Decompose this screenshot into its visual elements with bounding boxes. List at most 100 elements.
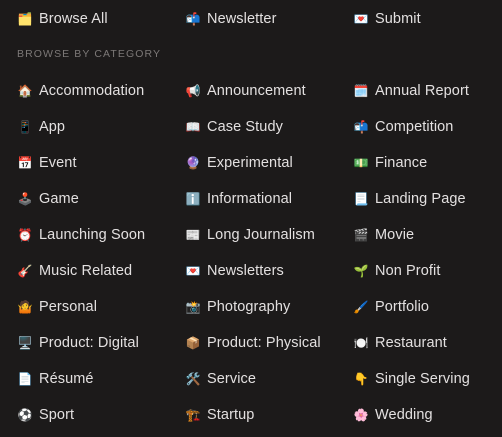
- document-icon: 📄: [17, 372, 33, 386]
- category-label: Personal: [39, 299, 98, 315]
- category-label: Finance: [375, 155, 428, 171]
- joystick-icon: 🕹️: [17, 192, 33, 206]
- category-label: Event: [39, 155, 77, 171]
- card-index-dividers-icon: 🗂️: [17, 12, 33, 26]
- category-label: Photography: [207, 299, 291, 315]
- submit-link[interactable]: 💌 Submit: [353, 7, 421, 31]
- category-label: Movie: [375, 227, 415, 243]
- category-link-movie[interactable]: 🎬 Movie: [353, 223, 415, 247]
- category-label: Non Profit: [375, 263, 441, 279]
- category-link-finance[interactable]: 💵 Finance: [353, 151, 428, 175]
- alarm-clock-icon: ⏰: [17, 228, 33, 242]
- hammer-wrench-icon: 🛠️: [185, 372, 201, 386]
- newsletter-link[interactable]: 📬 Newsletter: [185, 7, 277, 31]
- category-label: App: [39, 119, 66, 135]
- category-label: Case Study: [207, 119, 283, 135]
- plate-icon: 🍽️: [353, 336, 369, 350]
- category-link-annual-report[interactable]: 🗓️ Annual Report: [353, 79, 469, 103]
- category-link-app[interactable]: 📱 App: [17, 115, 65, 139]
- construction-icon: 🏗️: [185, 408, 201, 422]
- category-link-game[interactable]: 🕹️ Game: [17, 187, 79, 211]
- category-label: Annual Report: [375, 83, 469, 99]
- mailbox-icon: 📬: [353, 120, 369, 134]
- package-icon: 📦: [185, 336, 201, 350]
- page-icon: 📃: [353, 192, 369, 206]
- category-link-announcement[interactable]: 📢 Announcement: [185, 79, 306, 103]
- pointing-down-icon: 👇: [353, 372, 369, 386]
- category-link-wedding[interactable]: 🌸 Wedding: [353, 403, 433, 427]
- category-label: Accommodation: [39, 83, 145, 99]
- browse-menu: 🗂️ Browse All 📬 Newsletter 💌 Submit BROW…: [0, 0, 502, 437]
- guitar-icon: 🎸: [17, 264, 33, 278]
- info-icon: ℹ️: [185, 192, 201, 206]
- category-link-r-sum[interactable]: 📄 Résumé: [17, 367, 94, 391]
- love-letter-icon: 💌: [185, 264, 201, 278]
- category-link-single-serving[interactable]: 👇 Single Serving: [353, 367, 470, 391]
- link-label: Newsletter: [207, 11, 277, 27]
- category-label: Sport: [39, 407, 75, 423]
- paintbrush-icon: 🖌️: [353, 300, 369, 314]
- category-link-photography[interactable]: 📸 Photography: [185, 295, 291, 319]
- browse-all-link[interactable]: 🗂️ Browse All: [17, 7, 108, 31]
- phone-icon: 📱: [17, 120, 33, 134]
- category-link-newsletters[interactable]: 💌 Newsletters: [185, 259, 284, 283]
- category-link-product-digital[interactable]: 🖥️ Product: Digital: [17, 331, 139, 355]
- category-label: Newsletters: [207, 263, 284, 279]
- section-heading: BROWSE BY CATEGORY: [17, 48, 162, 60]
- category-link-event[interactable]: 📅 Event: [17, 151, 77, 175]
- category-link-portfolio[interactable]: 🖌️ Portfolio: [353, 295, 429, 319]
- category-link-case-study[interactable]: 📖 Case Study: [185, 115, 283, 139]
- category-link-informational[interactable]: ℹ️ Informational: [185, 187, 293, 211]
- house-icon: 🏠: [17, 84, 33, 98]
- category-link-non-profit[interactable]: 🌱 Non Profit: [353, 259, 441, 283]
- category-label: Wedding: [375, 407, 433, 423]
- newspaper-icon: 📰: [185, 228, 201, 242]
- category-label: Landing Page: [375, 191, 466, 207]
- megaphone-icon: 📢: [185, 84, 201, 98]
- link-label: Browse All: [39, 11, 108, 27]
- category-link-restaurant[interactable]: 🍽️ Restaurant: [353, 331, 447, 355]
- money-icon: 💵: [353, 156, 369, 170]
- category-link-long-journalism[interactable]: 📰 Long Journalism: [185, 223, 315, 247]
- cherry-blossom-icon: 🌸: [353, 408, 369, 422]
- category-label: Experimental: [207, 155, 293, 171]
- category-label: Long Journalism: [207, 227, 315, 243]
- open-book-icon: 📖: [185, 120, 201, 134]
- seedling-icon: 🌱: [353, 264, 369, 278]
- spiral-calendar-icon: 🗓️: [353, 84, 369, 98]
- link-label: Submit: [375, 11, 421, 27]
- category-link-launching-soon[interactable]: ⏰ Launching Soon: [17, 223, 146, 247]
- love-letter-icon: 💌: [353, 12, 369, 26]
- category-label: Single Serving: [375, 371, 470, 387]
- soccer-ball-icon: ⚽: [17, 408, 33, 422]
- category-label: Informational: [207, 191, 293, 207]
- category-link-competition[interactable]: 📬 Competition: [353, 115, 454, 139]
- category-label: Music Related: [39, 263, 133, 279]
- category-link-service[interactable]: 🛠️ Service: [185, 367, 256, 391]
- category-label: Product: Digital: [39, 335, 139, 351]
- category-label: Announcement: [207, 83, 306, 99]
- category-link-sport[interactable]: ⚽ Sport: [17, 403, 75, 427]
- clapper-board-icon: 🎬: [353, 228, 369, 242]
- category-label: Service: [207, 371, 257, 387]
- category-label: Portfolio: [375, 299, 430, 315]
- camera-icon: 📸: [185, 300, 201, 314]
- category-link-experimental[interactable]: 🔮 Experimental: [185, 151, 293, 175]
- calendar-icon: 📅: [17, 156, 33, 170]
- category-label: Résumé: [39, 371, 94, 387]
- category-label: Game: [39, 191, 79, 207]
- category-link-landing-page[interactable]: 📃 Landing Page: [353, 187, 466, 211]
- category-label: Launching Soon: [39, 227, 146, 243]
- category-link-startup[interactable]: 🏗️ Startup: [185, 403, 255, 427]
- category-label: Startup: [207, 407, 255, 423]
- category-label: Competition: [375, 119, 454, 135]
- person-icon: 🤷: [17, 300, 33, 314]
- category-link-product-physical[interactable]: 📦 Product: Physical: [185, 331, 321, 355]
- crystal-ball-icon: 🔮: [185, 156, 201, 170]
- category-link-music-related[interactable]: 🎸 Music Related: [17, 259, 133, 283]
- mailbox-icon: 📬: [185, 12, 201, 26]
- category-label: Restaurant: [375, 335, 447, 351]
- category-link-accommodation[interactable]: 🏠 Accommodation: [17, 79, 145, 103]
- category-label: Product: Physical: [207, 335, 321, 351]
- category-link-personal[interactable]: 🤷 Personal: [17, 295, 97, 319]
